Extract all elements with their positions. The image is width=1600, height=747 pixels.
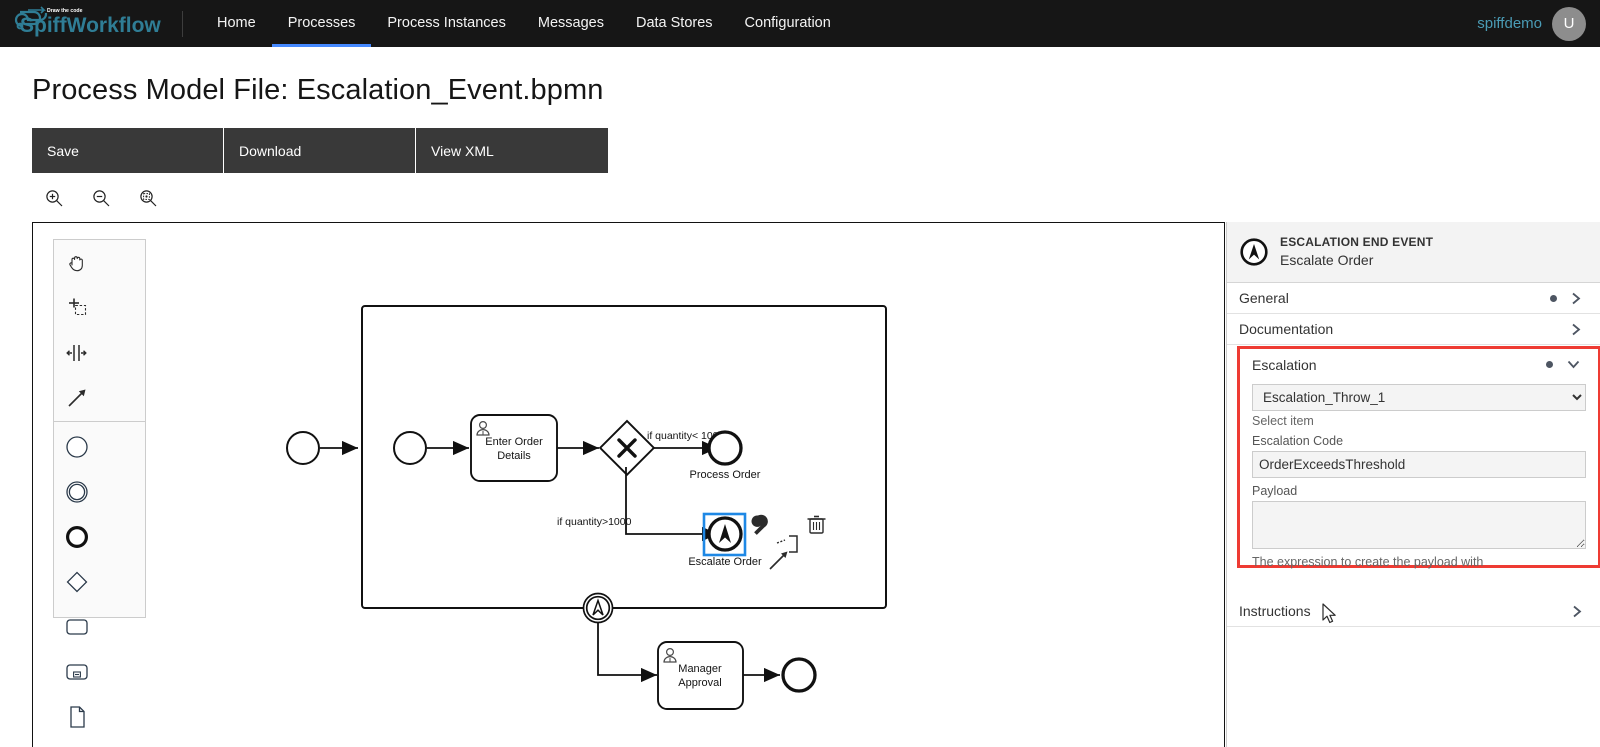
- spiffworkflow-logo-icon: Draw the code SpiffWorkflow: [14, 5, 161, 37]
- escalation-event-icon: [1240, 238, 1268, 266]
- properties-group-escalation: Escalation Escalation_Throw_1 Select ite…: [1237, 346, 1600, 569]
- end-event-final[interactable]: [781, 657, 817, 693]
- properties-group-instructions[interactable]: Instructions: [1227, 596, 1600, 627]
- user-task-manager-approval[interactable]: Manager Approval: [657, 641, 744, 710]
- end-event-escalate-order-label: Escalate Order: [688, 556, 762, 568]
- escalation-ref-hint: Select item: [1252, 414, 1314, 428]
- bpmn-canvas[interactable]: Enter Order Details if quantity< 1000 Pr…: [32, 222, 1225, 747]
- nav-item-configuration[interactable]: Configuration: [729, 0, 847, 47]
- chevron-right-icon: [1571, 292, 1582, 305]
- properties-panel-header: ESCALATION END EVENT Escalate Order: [1227, 222, 1600, 283]
- brand-name: SpiffWorkflow: [20, 14, 161, 37]
- zoom-controls: [40, 186, 162, 210]
- mouse-cursor-icon: [1322, 603, 1336, 624]
- zoom-in-icon[interactable]: [40, 186, 68, 210]
- escalation-fields: Escalation_Throw_1 Select item Escalatio…: [1240, 380, 1598, 569]
- file-action-toolbar: Save Download View XML: [32, 128, 608, 173]
- properties-group-documentation-label: Documentation: [1239, 321, 1334, 337]
- download-button[interactable]: Download: [224, 128, 416, 173]
- end-event-process-order-label: Process Order: [690, 469, 761, 481]
- nav-divider: [182, 10, 183, 37]
- escalation-code-input[interactable]: [1252, 451, 1586, 478]
- user-task-1-label-line1: Enter Order: [485, 436, 543, 448]
- user-task-1-label-line2: Details: [497, 450, 531, 462]
- escalation-status-dot: [1546, 361, 1553, 368]
- nav-item-home[interactable]: Home: [201, 0, 272, 47]
- chevron-down-icon: [1567, 359, 1580, 370]
- user-task-enter-order-details[interactable]: Enter Order Details: [470, 414, 558, 482]
- properties-group-general[interactable]: General: [1227, 283, 1600, 314]
- flow-label-bottom: if quantity>1000: [557, 516, 632, 528]
- user-name[interactable]: spiffdemo: [1477, 15, 1542, 32]
- page-title: Process Model File: Escalation_Event.bpm…: [32, 74, 604, 106]
- payload-hint: The expression to create the payload wit…: [1252, 555, 1484, 569]
- escalation-ref-select[interactable]: Escalation_Throw_1: [1252, 384, 1586, 411]
- properties-group-escalation-label: Escalation: [1252, 356, 1317, 373]
- properties-group-escalation-header[interactable]: Escalation: [1240, 349, 1598, 380]
- brand-logo[interactable]: Draw the code SpiffWorkflow: [0, 0, 180, 47]
- properties-group-documentation[interactable]: Documentation: [1227, 314, 1600, 345]
- properties-group-general-label: General: [1239, 290, 1289, 306]
- top-navigation-bar: Draw the code SpiffWorkflow Home Process…: [0, 0, 1600, 47]
- nav-item-data-stores[interactable]: Data Stores: [620, 0, 729, 47]
- zoom-fit-icon[interactable]: [134, 186, 162, 210]
- element-type-label: ESCALATION END EVENT: [1280, 235, 1434, 250]
- nav-item-messages[interactable]: Messages: [522, 0, 620, 47]
- inner-start-event[interactable]: [393, 431, 427, 465]
- save-button[interactable]: Save: [32, 128, 224, 173]
- payload-label: Payload: [1252, 484, 1298, 498]
- avatar[interactable]: U: [1552, 6, 1586, 41]
- outer-start-event[interactable]: [286, 431, 320, 465]
- boundary-escalation-event[interactable]: [582, 592, 614, 624]
- payload-textarea[interactable]: [1252, 501, 1586, 549]
- element-name-label: Escalate Order: [1280, 251, 1374, 268]
- bpmn-diagram[interactable]: Enter Order Details if quantity< 1000 Pr…: [33, 223, 1225, 747]
- nav-user-area: spiffdemo U: [1477, 0, 1600, 47]
- escalation-code-label: Escalation Code: [1252, 434, 1344, 448]
- properties-group-instructions-wrap: Instructions: [1227, 596, 1600, 627]
- chevron-right-icon: [1571, 323, 1582, 336]
- general-status-dot: [1550, 294, 1557, 302]
- nav-item-process-instances[interactable]: Process Instances: [371, 0, 521, 47]
- view-xml-button[interactable]: View XML: [416, 128, 608, 173]
- nav-item-processes[interactable]: Processes: [271, 0, 372, 47]
- sequence-flow-boundary[interactable]: [597, 623, 657, 683]
- nav-items: Home Processes Process Instances Message…: [201, 0, 847, 47]
- user-task-2-label-line2: Approval: [678, 677, 721, 689]
- zoom-out-icon[interactable]: [87, 186, 115, 210]
- properties-group-instructions-label: Instructions: [1239, 603, 1311, 619]
- chevron-right-icon: [1572, 605, 1583, 618]
- properties-panel: ESCALATION END EVENT Escalate Order Gene…: [1226, 222, 1600, 747]
- user-task-2-label-line1: Manager: [678, 663, 722, 675]
